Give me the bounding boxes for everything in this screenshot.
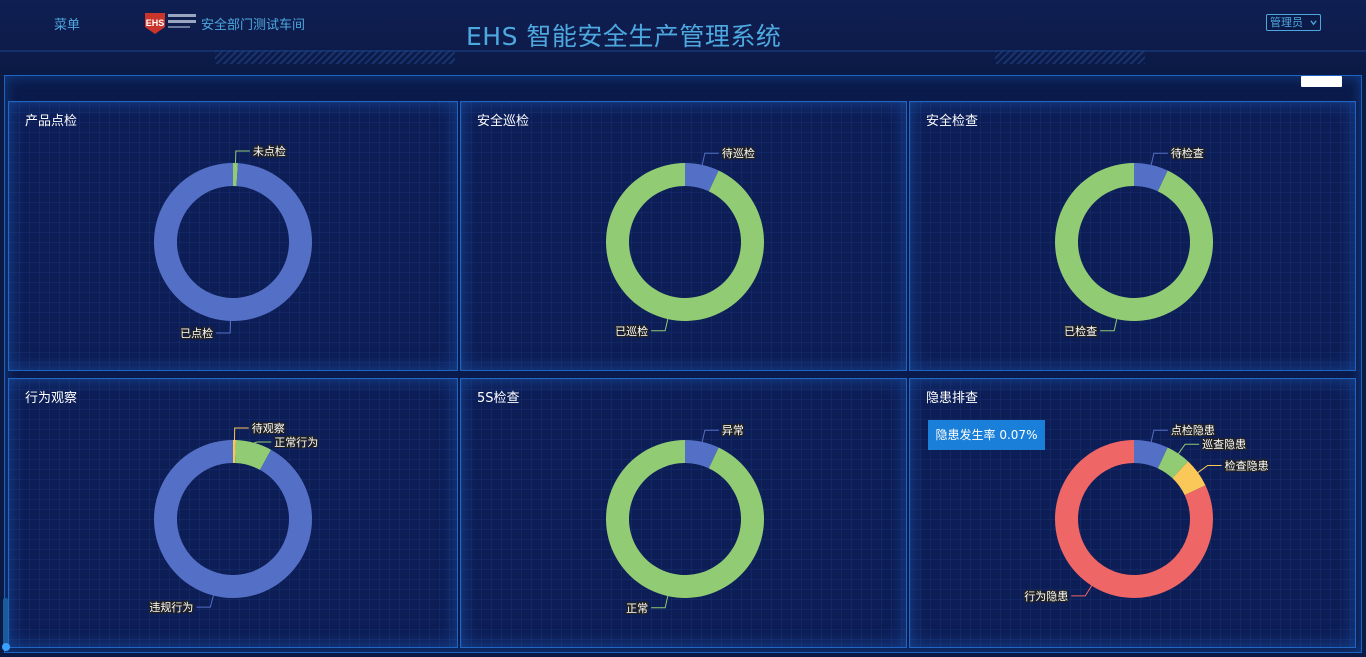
label-leader-line	[701, 429, 719, 443]
donut-slice[interactable]	[1055, 163, 1213, 321]
donut-chart-product-check: 未点检已点检	[154, 143, 313, 341]
donut-slice[interactable]	[153, 440, 312, 598]
slice-label: 已点检	[180, 326, 213, 340]
label-leader-line	[1071, 585, 1093, 597]
label-leader-line	[701, 152, 719, 166]
donut-slice[interactable]	[606, 440, 764, 598]
label-leader-line	[234, 150, 250, 164]
donut-chart-safety-inspection: 待检查已检查	[1055, 145, 1213, 339]
label-leader-line	[1150, 152, 1168, 166]
user-role-select[interactable]: 管理员	[1266, 14, 1321, 31]
donut-slice[interactable]	[606, 163, 764, 321]
label-leader-line	[1150, 429, 1168, 443]
header-decoration-right	[995, 50, 1145, 64]
scroll-knob[interactable]	[2, 643, 10, 651]
panel-safety-inspection: 安全检查 待检查 已检查	[909, 101, 1356, 371]
panel-safety-patrol: 安全巡检 待巡检 已巡检	[460, 101, 907, 371]
slice-label: 违规行为	[149, 600, 193, 614]
label-leader-line	[1100, 318, 1118, 332]
svg-text:EHS: EHS	[146, 18, 165, 28]
slice-label: 正常	[626, 602, 648, 615]
donut-slice[interactable]	[154, 163, 313, 321]
chevron-down-icon	[1310, 20, 1317, 26]
donut-chart-hazard-check: 点检隐患巡查隐患检查隐患行为隐患	[1023, 422, 1270, 604]
panel-product-check: 产品点检 未点检 已点检	[8, 101, 458, 371]
donut-chart-five-s-check: 异常正常	[606, 423, 764, 616]
panel-behavior-observation: 行为观察 待观察 正常行为 违规行为	[8, 378, 458, 648]
top-right-button[interactable]	[1301, 76, 1342, 87]
slice-label: 已检查	[1064, 324, 1097, 338]
label-leader-line	[1197, 465, 1222, 473]
slice-label: 正常行为	[274, 436, 318, 449]
label-leader-line	[216, 320, 232, 334]
donut-chart-safety-patrol: 待巡检已巡检	[606, 145, 764, 339]
workshop-name: 安全部门测试车间	[201, 18, 306, 33]
menu-button[interactable]: 菜单	[54, 14, 80, 33]
panel-hazard-check: 隐患排查 隐患发生率 0.07% 点检隐患 巡查隐患 检查隐患 行为隐患	[909, 378, 1356, 648]
slice-label: 已巡检	[615, 324, 648, 338]
label-leader-line	[253, 441, 272, 444]
page-title: EHS 智能安全生产管理系统	[466, 22, 782, 51]
donut-chart-behavior-observation: 待观察正常行为违规行为	[148, 420, 319, 616]
slice-label: 待观察	[252, 421, 285, 435]
slice-label: 未点检	[253, 144, 286, 158]
slice-label: 待巡检	[722, 146, 755, 160]
label-leader-line	[196, 595, 214, 608]
ehs-logo: EHS	[145, 13, 196, 34]
label-leader-line	[1177, 443, 1200, 454]
header-decoration-left	[215, 50, 455, 64]
slice-label: 待检查	[1171, 146, 1204, 160]
slice-label: 异常	[722, 424, 744, 437]
slice-label: 检查隐患	[1225, 459, 1269, 473]
slice-label: 点检隐患	[1171, 423, 1215, 437]
panel-five-s-check: 5S检查 异常 正常	[460, 378, 907, 648]
label-leader-line	[233, 427, 249, 441]
label-leader-line	[651, 318, 669, 332]
user-role-label: 管理员	[1270, 16, 1303, 29]
slice-label: 行为隐患	[1024, 590, 1068, 603]
slice-label: 巡查隐患	[1202, 437, 1246, 451]
label-leader-line	[651, 595, 669, 609]
